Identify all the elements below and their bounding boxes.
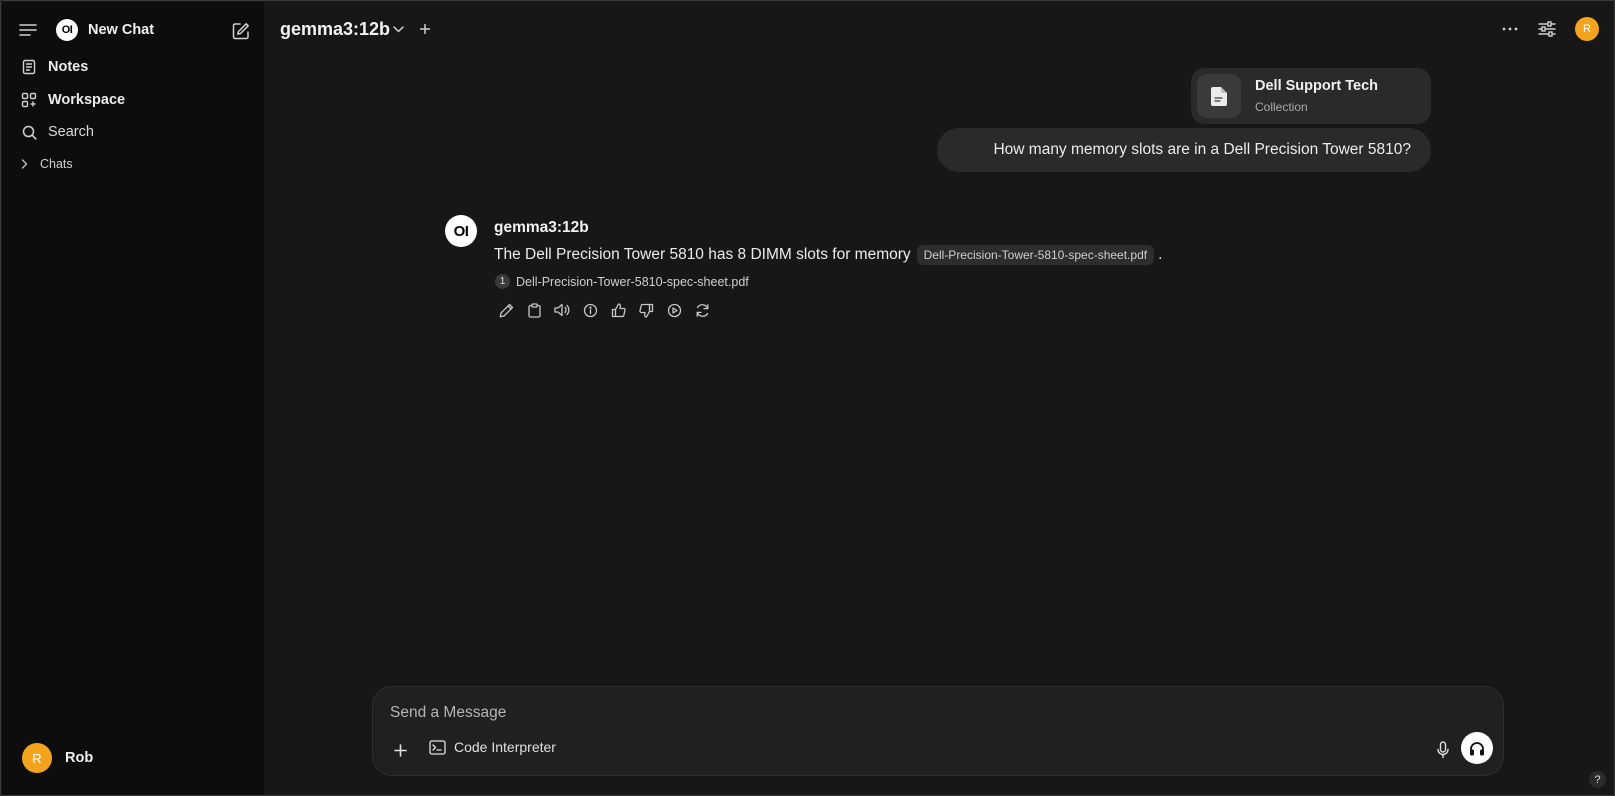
chats-label: Chats — [40, 157, 73, 171]
chevron-right-icon — [18, 159, 30, 169]
controls-sliders-icon[interactable] — [1535, 17, 1559, 41]
collection-subtitle: Collection — [1255, 100, 1308, 114]
info-icon[interactable] — [581, 301, 599, 319]
add-model-plus-icon[interactable] — [415, 19, 435, 39]
continue-play-icon[interactable] — [665, 301, 683, 319]
sidebar-item-search[interactable]: Search — [12, 117, 252, 147]
user-name: Rob — [65, 750, 94, 766]
sidebar-header: OI New Chat — [2, 14, 264, 46]
collection-attachment[interactable]: Dell Support Tech Collection — [1191, 68, 1431, 124]
message-input[interactable] — [390, 701, 1390, 725]
user-menu[interactable]: R Rob — [22, 743, 93, 773]
user-message: How many memory slots are in a Dell Prec… — [937, 128, 1431, 172]
chats-folder-toggle[interactable]: Chats — [18, 157, 73, 171]
help-button[interactable]: ? — [1589, 771, 1606, 788]
assistant-avatar: OI — [445, 215, 477, 247]
sidebar-item-workspace[interactable]: Workspace — [12, 85, 252, 115]
menu-icon[interactable] — [16, 18, 40, 42]
read-aloud-speaker-icon[interactable] — [553, 301, 571, 319]
brand-logo[interactable]: OI — [56, 19, 78, 41]
brand-logo-text: OI — [56, 19, 78, 41]
terminal-icon — [429, 739, 446, 755]
new-chat-link[interactable]: New Chat — [88, 22, 154, 38]
sidebar: OI New Chat Notes Workspace Search Chats… — [2, 2, 264, 795]
model-selector[interactable]: gemma3:12b — [280, 19, 390, 40]
assistant-message-trailing: . — [1158, 246, 1163, 263]
copy-clipboard-icon[interactable] — [525, 301, 543, 319]
regenerate-icon[interactable] — [693, 301, 711, 319]
attach-plus-icon[interactable] — [388, 738, 412, 762]
message-actions — [497, 301, 721, 319]
voice-mode-headphones-icon[interactable] — [1461, 732, 1493, 764]
message-composer: Code Interpreter — [372, 686, 1504, 776]
sidebar-item-notes[interactable]: Notes — [12, 52, 252, 82]
sidebar-item-label: Workspace — [48, 92, 126, 108]
avatar: R — [22, 743, 52, 773]
header-avatar[interactable]: R — [1575, 17, 1599, 41]
top-bar: gemma3:12b R — [265, 2, 1614, 54]
document-icon — [1197, 74, 1241, 118]
collection-text: Dell Support Tech Collection — [1255, 78, 1378, 114]
assistant-logo: OI — [445, 215, 477, 247]
sidebar-item-label: Notes — [48, 59, 89, 75]
workspace-icon — [16, 92, 42, 108]
thumbs-up-icon[interactable] — [609, 301, 627, 319]
microphone-icon[interactable] — [1430, 737, 1456, 763]
collection-title: Dell Support Tech — [1255, 78, 1378, 94]
code-interpreter-label: Code Interpreter — [454, 739, 556, 755]
citation-chip[interactable]: Dell-Precision-Tower-5810-spec-sheet.pdf — [916, 245, 1155, 265]
code-interpreter-toggle[interactable]: Code Interpreter — [429, 739, 556, 755]
assistant-message-text: The Dell Precision Tower 5810 has 8 DIMM… — [494, 246, 911, 263]
source-number: 1 — [495, 274, 510, 289]
thumbs-down-icon[interactable] — [637, 301, 655, 319]
source-reference[interactable]: 1 Dell-Precision-Tower-5810-spec-sheet.p… — [495, 274, 749, 289]
notes-icon — [16, 59, 42, 75]
chevron-down-icon[interactable] — [389, 20, 407, 38]
edit-pencil-icon[interactable] — [497, 301, 515, 319]
app-window: OI New Chat Notes Workspace Search Chats… — [0, 0, 1615, 796]
new-chat-edit-icon[interactable] — [228, 18, 254, 44]
search-icon — [16, 125, 42, 140]
more-options-icon[interactable] — [1498, 17, 1522, 41]
assistant-message: The Dell Precision Tower 5810 has 8 DIMM… — [494, 245, 1162, 265]
sidebar-item-label: Search — [48, 124, 94, 140]
source-name: Dell-Precision-Tower-5810-spec-sheet.pdf — [516, 274, 749, 289]
assistant-name: gemma3:12b — [494, 219, 589, 236]
